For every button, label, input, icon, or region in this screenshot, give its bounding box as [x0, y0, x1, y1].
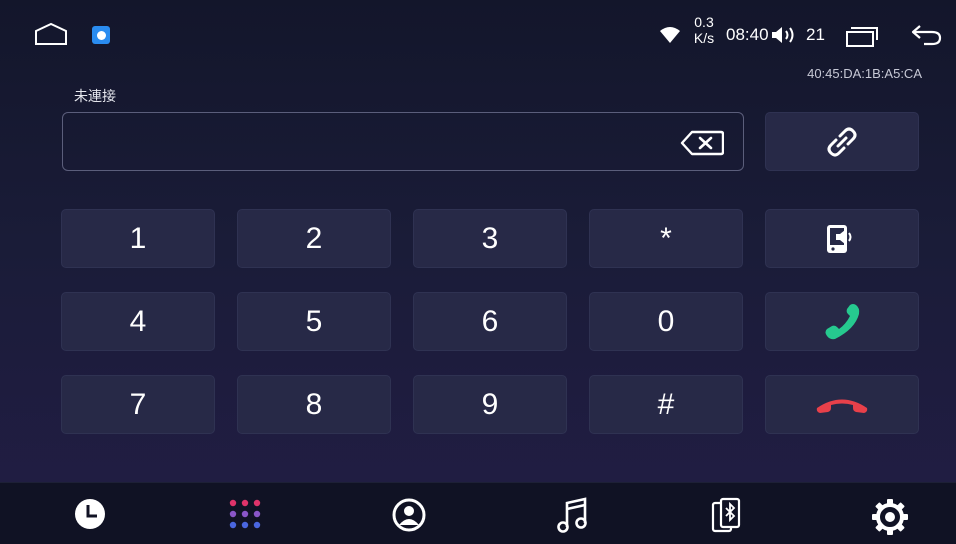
- volume-level: 21: [806, 25, 825, 44]
- bottom-tab-bar: [0, 482, 956, 544]
- tab-settings[interactable]: [867, 497, 913, 543]
- key-6[interactable]: 6: [413, 292, 567, 351]
- audio-transfer-icon: [827, 224, 852, 253]
- call-button[interactable]: [765, 292, 919, 351]
- bluetooth-dialer-screen: 0.3 K/s 08:40 21 40:45:DA:1B:A5:CA 未連接 1…: [0, 0, 956, 544]
- key-4[interactable]: 4: [61, 292, 215, 351]
- key-1[interactable]: 1: [61, 209, 215, 268]
- volume-icon[interactable]: [771, 26, 797, 44]
- tab-call-history[interactable]: [67, 497, 113, 543]
- backspace-icon[interactable]: [680, 130, 724, 156]
- key-2[interactable]: 2: [237, 209, 391, 268]
- gear-icon: [872, 499, 908, 535]
- contacts-icon: [392, 498, 426, 532]
- connect-button[interactable]: [765, 112, 919, 171]
- net-speed-value: 0.3: [694, 14, 714, 30]
- key-5[interactable]: 5: [237, 292, 391, 351]
- bluetooth-phone-icon: [711, 497, 741, 533]
- call-icon: [825, 303, 860, 339]
- tab-bluetooth-device[interactable]: [703, 497, 749, 543]
- clock-icon: [75, 499, 105, 529]
- hangup-icon: [816, 399, 868, 413]
- connection-status: 未連接: [74, 88, 116, 104]
- home-icon[interactable]: [34, 22, 68, 46]
- bluetooth-app-icon[interactable]: [92, 26, 110, 44]
- phone-number-input[interactable]: [62, 112, 744, 171]
- audio-transfer-button[interactable]: [765, 209, 919, 268]
- status-bar: 0.3 K/s 08:40 21: [0, 0, 956, 58]
- link-icon: [827, 127, 857, 156]
- tab-contacts[interactable]: [386, 497, 432, 543]
- key-0[interactable]: 0: [589, 292, 743, 351]
- key-8[interactable]: 8: [237, 375, 391, 434]
- mac-address: 40:45:DA:1B:A5:CA: [807, 66, 922, 81]
- music-icon: [557, 497, 587, 533]
- key-hash[interactable]: #: [589, 375, 743, 434]
- key-3[interactable]: 3: [413, 209, 567, 268]
- dialpad-icon: [229, 499, 261, 529]
- recent-apps-icon[interactable]: [845, 25, 879, 47]
- clock: 08:40: [726, 25, 769, 44]
- net-speed: 0.3 K/s: [688, 14, 720, 46]
- wifi-icon: [660, 27, 680, 43]
- net-speed-unit: K/s: [693, 30, 715, 46]
- tab-music[interactable]: [550, 497, 596, 543]
- tab-dialpad[interactable]: [222, 497, 268, 543]
- key-7[interactable]: 7: [61, 375, 215, 434]
- back-icon[interactable]: [910, 23, 942, 47]
- key-star[interactable]: *: [589, 209, 743, 268]
- hangup-button[interactable]: [765, 375, 919, 434]
- key-9[interactable]: 9: [413, 375, 567, 434]
